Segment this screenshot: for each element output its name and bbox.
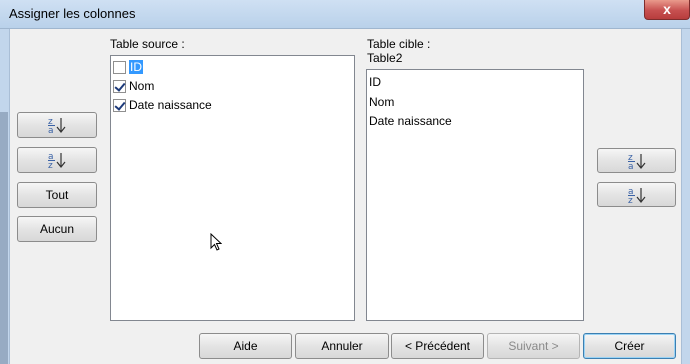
checkbox-id[interactable] [113,60,126,74]
source-item-label: Date naissance [129,98,212,112]
sort-descending-button-left[interactable]: z a [17,112,97,138]
source-table-label: Table source : [110,37,185,51]
source-item-date-naissance[interactable]: Date naissance [113,96,212,114]
create-label: Créer [614,339,645,353]
svg-text:a: a [628,162,634,170]
sort-descending-icon: z a [627,152,647,170]
window-title: Assigner les colonnes [9,6,136,21]
target-table-label: Table cible : [367,37,431,51]
source-column-list[interactable]: ID Nom Date naissance [110,55,355,321]
sort-ascending-icon: a z [47,151,67,169]
target-item[interactable]: Date naissance [369,114,452,128]
previous-button[interactable]: < Précédent [391,333,484,359]
help-button[interactable]: Aide [199,333,292,359]
source-item-id[interactable]: ID [113,58,143,76]
source-item-label: ID [129,60,143,74]
target-item[interactable]: ID [369,75,381,89]
help-label: Aide [233,339,258,353]
svg-text:z: z [48,161,53,169]
source-item-nom[interactable]: Nom [113,77,154,95]
next-button[interactable]: Suivant > [487,333,580,359]
next-label: Suivant > [508,339,559,353]
select-all-button[interactable]: Tout [17,182,97,208]
cancel-button[interactable]: Annuler [295,333,389,359]
title-bar: Assigner les colonnes x [0,0,690,29]
previous-label: < Précédent [404,339,471,353]
source-item-label: Nom [129,79,155,93]
window-frame-right [681,29,690,364]
sort-ascending-icon: a z [627,186,647,204]
mouse-cursor-icon [210,232,223,254]
svg-text:z: z [628,196,633,204]
select-none-button[interactable]: Aucun [17,216,97,242]
create-button[interactable]: Créer [583,333,676,359]
target-item[interactable]: Nom [369,95,394,109]
close-icon: x [663,1,671,17]
select-none-label: Aucun [39,222,75,236]
sort-ascending-button-left[interactable]: a z [17,147,97,173]
sort-descending-icon: z a [47,116,67,134]
sort-descending-button-right[interactable]: z a [597,148,676,173]
sort-ascending-button-right[interactable]: a z [597,182,676,207]
close-button[interactable]: x [644,0,690,20]
select-all-label: Tout [45,188,69,202]
cancel-label: Annuler [321,339,363,353]
checkbox-nom[interactable] [113,79,126,93]
target-column-list[interactable]: ID Nom Date naissance [366,69,584,321]
svg-text:a: a [48,126,54,134]
window-frame-left-shadow [0,112,8,364]
target-table-name: Table2 [367,51,403,65]
checkbox-date-naissance[interactable] [113,98,126,112]
